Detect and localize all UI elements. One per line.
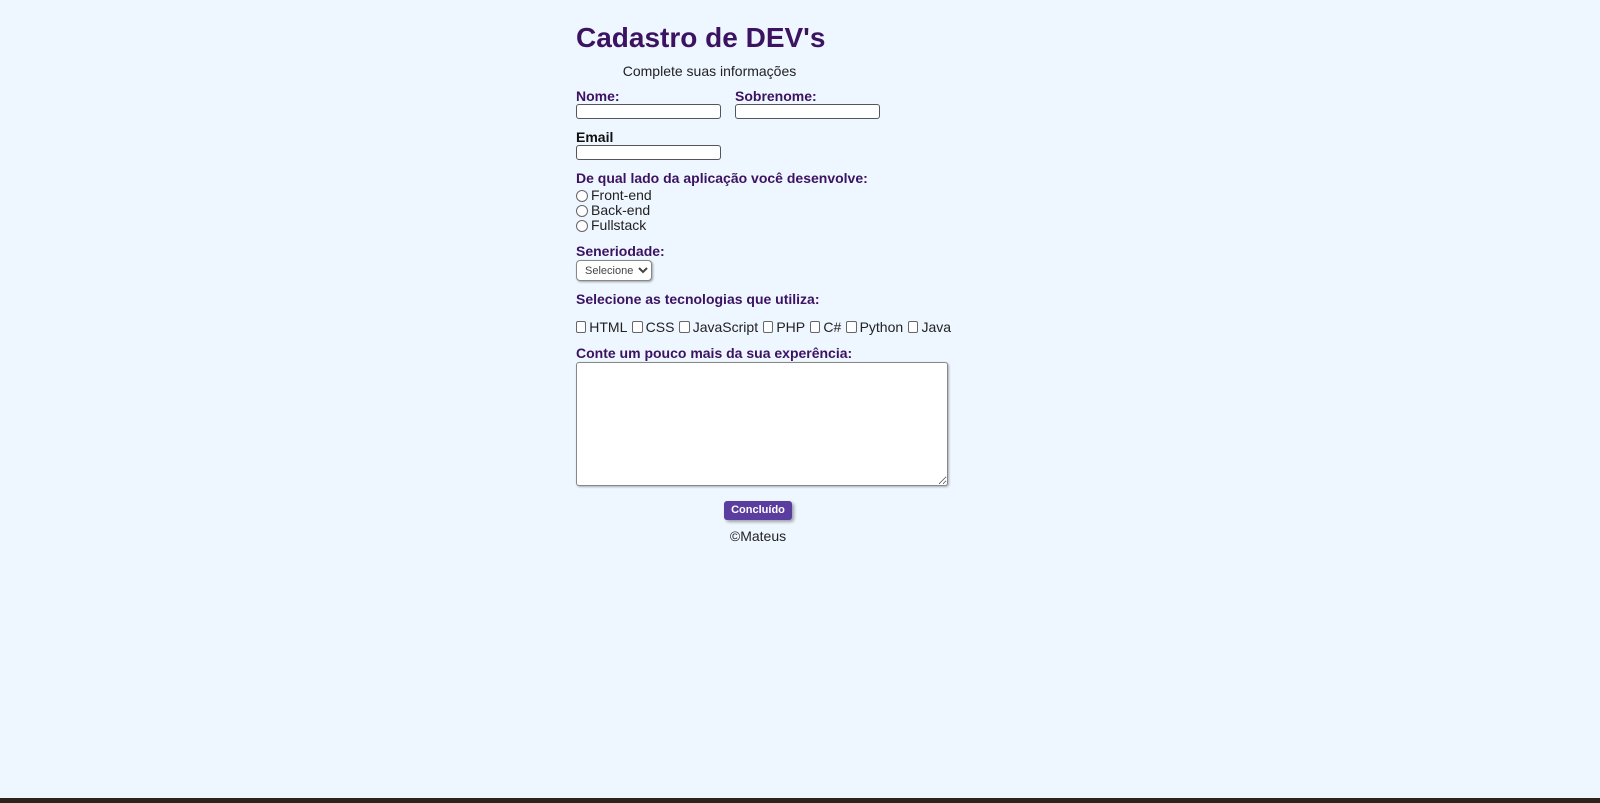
checkbox-label-javascript: JavaScript: [692, 319, 759, 335]
lado-group: De qual lado da aplicação você desenvolv…: [576, 170, 956, 233]
checkbox-javascript[interactable]: [679, 321, 690, 333]
checkbox-label-html: HTML: [589, 319, 628, 335]
radio-label-front-end: Front-end: [591, 187, 652, 203]
sobrenome-field-group: Sobrenome:: [735, 88, 880, 119]
experiencia-textarea[interactable]: [576, 362, 948, 486]
checkbox-label-php: PHP: [776, 319, 806, 335]
radio-fullstack[interactable]: Fullstack: [576, 218, 956, 233]
email-label: Email: [576, 129, 614, 145]
radio-circle-icon[interactable]: [576, 219, 588, 232]
tecnologias-group: Selecione as tecnologias que utiliza: HT…: [576, 291, 956, 335]
radio-circle-icon[interactable]: [576, 204, 588, 217]
radio-back-end[interactable]: Back-end: [576, 203, 956, 218]
checkbox-label-css: CSS: [645, 319, 675, 335]
senioridade-select[interactable]: Selecione: [576, 260, 652, 281]
radio-label-back-end: Back-end: [591, 202, 651, 218]
bottom-edge-bar: [0, 798, 1600, 803]
senioridade-label: Seneriodade:: [576, 243, 665, 259]
tecnologias-label: Selecione as tecnologias que utiliza:: [576, 291, 820, 307]
registration-form-container: Cadastro de DEV's Complete suas informaç…: [576, 20, 956, 544]
name-row: Nome: Sobrenome:: [576, 88, 956, 119]
nome-field-group: Nome:: [576, 88, 721, 119]
page-title: Cadastro de DEV's: [576, 22, 826, 53]
email-input[interactable]: [576, 145, 721, 160]
footer-credit: ©Mateus: [729, 527, 787, 544]
checkbox-java[interactable]: [908, 321, 919, 333]
senioridade-group: Seneriodade: Selecione: [576, 243, 956, 281]
radio-circle-icon[interactable]: [576, 189, 588, 202]
sobrenome-input[interactable]: [735, 104, 880, 119]
radio-label-fullstack: Fullstack: [591, 217, 647, 233]
checkbox-label-csharp: C#: [823, 319, 842, 335]
email-field-group: Email: [576, 129, 956, 160]
submit-wrapper: Concluído: [576, 500, 948, 520]
checkbox-csharp[interactable]: [810, 321, 821, 333]
checkbox-label-java: Java: [921, 319, 952, 335]
checkbox-php[interactable]: [763, 321, 774, 333]
sobrenome-label: Sobrenome:: [735, 88, 817, 104]
checkbox-css[interactable]: [632, 321, 643, 333]
radio-front-end[interactable]: Front-end: [576, 188, 956, 203]
lado-label: De qual lado da aplicação você desenvolv…: [576, 170, 868, 186]
experiencia-group: Conte um pouco mais da sua experência:: [576, 345, 956, 486]
nome-label: Nome:: [576, 88, 620, 104]
concluido-button[interactable]: Concluído: [724, 500, 792, 520]
experiencia-label: Conte um pouco mais da sua experência:: [576, 345, 853, 361]
checkbox-label-python: Python: [859, 319, 904, 335]
checkbox-html[interactable]: [576, 321, 587, 333]
page-subtitle: Complete suas informações: [622, 63, 797, 79]
nome-input[interactable]: [576, 104, 721, 119]
tecnologias-checkbox-row: HTML CSS JavaScript PHP C# Python Java: [576, 319, 956, 335]
checkbox-python[interactable]: [846, 321, 857, 333]
